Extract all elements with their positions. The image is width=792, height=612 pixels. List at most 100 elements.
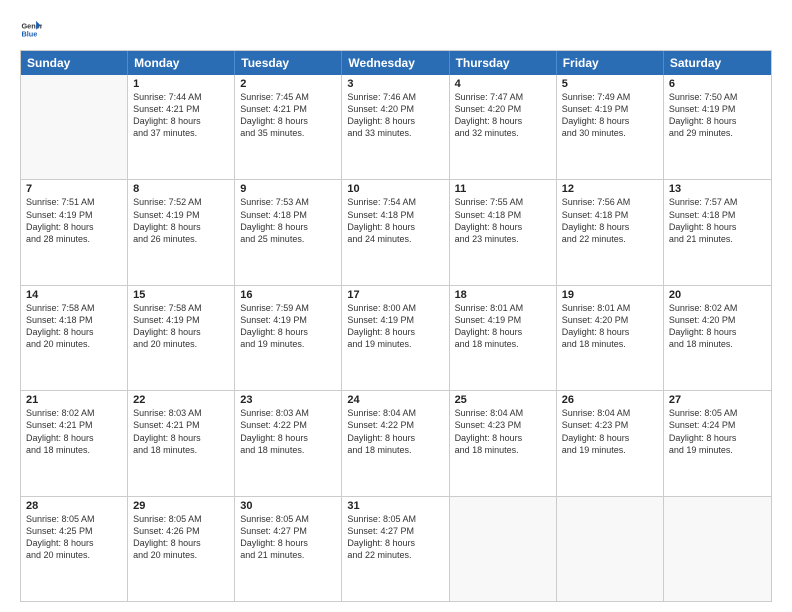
cell-info: Sunrise: 7:59 AMSunset: 4:19 PMDaylight:… [240,302,336,351]
cell-info: Sunrise: 8:00 AMSunset: 4:19 PMDaylight:… [347,302,443,351]
day-number: 19 [562,289,658,301]
header-day-monday: Monday [128,51,235,75]
cell-info: Sunrise: 8:05 AMSunset: 4:25 PMDaylight:… [26,513,122,562]
calendar-row-3: 14Sunrise: 7:58 AMSunset: 4:18 PMDayligh… [21,286,771,391]
day-cell-5: 5Sunrise: 7:49 AMSunset: 4:19 PMDaylight… [557,75,664,179]
day-cell-8: 8Sunrise: 7:52 AMSunset: 4:19 PMDaylight… [128,180,235,284]
day-number: 21 [26,394,122,406]
day-number: 9 [240,183,336,195]
day-number: 24 [347,394,443,406]
day-cell-23: 23Sunrise: 8:03 AMSunset: 4:22 PMDayligh… [235,391,342,495]
day-number: 31 [347,500,443,512]
cell-info: Sunrise: 7:54 AMSunset: 4:18 PMDaylight:… [347,196,443,245]
header-day-saturday: Saturday [664,51,771,75]
header-day-wednesday: Wednesday [342,51,449,75]
cell-info: Sunrise: 8:05 AMSunset: 4:27 PMDaylight:… [347,513,443,562]
day-number: 11 [455,183,551,195]
cell-info: Sunrise: 8:04 AMSunset: 4:23 PMDaylight:… [455,407,551,456]
empty-cell-r4c6 [664,497,771,601]
header-day-thursday: Thursday [450,51,557,75]
cell-info: Sunrise: 8:01 AMSunset: 4:20 PMDaylight:… [562,302,658,351]
cell-info: Sunrise: 8:04 AMSunset: 4:23 PMDaylight:… [562,407,658,456]
day-cell-1: 1Sunrise: 7:44 AMSunset: 4:21 PMDaylight… [128,75,235,179]
day-cell-22: 22Sunrise: 8:03 AMSunset: 4:21 PMDayligh… [128,391,235,495]
cell-info: Sunrise: 7:49 AMSunset: 4:19 PMDaylight:… [562,91,658,140]
day-number: 30 [240,500,336,512]
day-cell-4: 4Sunrise: 7:47 AMSunset: 4:20 PMDaylight… [450,75,557,179]
day-number: 5 [562,78,658,90]
cell-info: Sunrise: 7:52 AMSunset: 4:19 PMDaylight:… [133,196,229,245]
cell-info: Sunrise: 7:46 AMSunset: 4:20 PMDaylight:… [347,91,443,140]
day-cell-24: 24Sunrise: 8:04 AMSunset: 4:22 PMDayligh… [342,391,449,495]
day-cell-13: 13Sunrise: 7:57 AMSunset: 4:18 PMDayligh… [664,180,771,284]
day-cell-10: 10Sunrise: 7:54 AMSunset: 4:18 PMDayligh… [342,180,449,284]
empty-cell-r4c5 [557,497,664,601]
day-number: 3 [347,78,443,90]
cell-info: Sunrise: 7:56 AMSunset: 4:18 PMDaylight:… [562,196,658,245]
day-cell-6: 6Sunrise: 7:50 AMSunset: 4:19 PMDaylight… [664,75,771,179]
day-number: 27 [669,394,766,406]
cell-info: Sunrise: 8:04 AMSunset: 4:22 PMDaylight:… [347,407,443,456]
day-cell-15: 15Sunrise: 7:58 AMSunset: 4:19 PMDayligh… [128,286,235,390]
logo: General Blue [20,18,46,40]
cell-info: Sunrise: 8:05 AMSunset: 4:26 PMDaylight:… [133,513,229,562]
svg-text:Blue: Blue [21,29,37,38]
empty-cell-r0c0 [21,75,128,179]
calendar-header: SundayMondayTuesdayWednesdayThursdayFrid… [21,51,771,75]
cell-info: Sunrise: 8:05 AMSunset: 4:24 PMDaylight:… [669,407,766,456]
day-cell-21: 21Sunrise: 8:02 AMSunset: 4:21 PMDayligh… [21,391,128,495]
page: General Blue SundayMondayTuesdayWednesda… [0,0,792,612]
cell-info: Sunrise: 7:55 AMSunset: 4:18 PMDaylight:… [455,196,551,245]
header: General Blue [20,18,772,40]
header-day-sunday: Sunday [21,51,128,75]
day-number: 14 [26,289,122,301]
day-cell-17: 17Sunrise: 8:00 AMSunset: 4:19 PMDayligh… [342,286,449,390]
day-cell-14: 14Sunrise: 7:58 AMSunset: 4:18 PMDayligh… [21,286,128,390]
day-cell-28: 28Sunrise: 8:05 AMSunset: 4:25 PMDayligh… [21,497,128,601]
day-cell-27: 27Sunrise: 8:05 AMSunset: 4:24 PMDayligh… [664,391,771,495]
day-number: 29 [133,500,229,512]
day-number: 7 [26,183,122,195]
day-number: 6 [669,78,766,90]
day-number: 20 [669,289,766,301]
header-day-tuesday: Tuesday [235,51,342,75]
cell-info: Sunrise: 8:02 AMSunset: 4:21 PMDaylight:… [26,407,122,456]
day-number: 13 [669,183,766,195]
day-number: 23 [240,394,336,406]
day-cell-16: 16Sunrise: 7:59 AMSunset: 4:19 PMDayligh… [235,286,342,390]
day-number: 15 [133,289,229,301]
day-number: 16 [240,289,336,301]
calendar-body: 1Sunrise: 7:44 AMSunset: 4:21 PMDaylight… [21,75,771,601]
cell-info: Sunrise: 7:58 AMSunset: 4:19 PMDaylight:… [133,302,229,351]
day-number: 8 [133,183,229,195]
day-number: 2 [240,78,336,90]
day-cell-11: 11Sunrise: 7:55 AMSunset: 4:18 PMDayligh… [450,180,557,284]
day-cell-25: 25Sunrise: 8:04 AMSunset: 4:23 PMDayligh… [450,391,557,495]
logo-icon: General Blue [20,18,42,40]
calendar-row-1: 1Sunrise: 7:44 AMSunset: 4:21 PMDaylight… [21,75,771,180]
day-number: 4 [455,78,551,90]
calendar-row-2: 7Sunrise: 7:51 AMSunset: 4:19 PMDaylight… [21,180,771,285]
calendar: SundayMondayTuesdayWednesdayThursdayFrid… [20,50,772,602]
day-number: 22 [133,394,229,406]
day-number: 18 [455,289,551,301]
cell-info: Sunrise: 7:45 AMSunset: 4:21 PMDaylight:… [240,91,336,140]
cell-info: Sunrise: 8:05 AMSunset: 4:27 PMDaylight:… [240,513,336,562]
day-cell-9: 9Sunrise: 7:53 AMSunset: 4:18 PMDaylight… [235,180,342,284]
calendar-row-4: 21Sunrise: 8:02 AMSunset: 4:21 PMDayligh… [21,391,771,496]
day-cell-30: 30Sunrise: 8:05 AMSunset: 4:27 PMDayligh… [235,497,342,601]
header-day-friday: Friday [557,51,664,75]
day-cell-3: 3Sunrise: 7:46 AMSunset: 4:20 PMDaylight… [342,75,449,179]
day-cell-2: 2Sunrise: 7:45 AMSunset: 4:21 PMDaylight… [235,75,342,179]
day-cell-20: 20Sunrise: 8:02 AMSunset: 4:20 PMDayligh… [664,286,771,390]
cell-info: Sunrise: 7:51 AMSunset: 4:19 PMDaylight:… [26,196,122,245]
day-number: 1 [133,78,229,90]
day-number: 26 [562,394,658,406]
day-cell-29: 29Sunrise: 8:05 AMSunset: 4:26 PMDayligh… [128,497,235,601]
day-number: 10 [347,183,443,195]
cell-info: Sunrise: 8:03 AMSunset: 4:21 PMDaylight:… [133,407,229,456]
cell-info: Sunrise: 7:57 AMSunset: 4:18 PMDaylight:… [669,196,766,245]
day-cell-7: 7Sunrise: 7:51 AMSunset: 4:19 PMDaylight… [21,180,128,284]
day-cell-19: 19Sunrise: 8:01 AMSunset: 4:20 PMDayligh… [557,286,664,390]
cell-info: Sunrise: 7:50 AMSunset: 4:19 PMDaylight:… [669,91,766,140]
